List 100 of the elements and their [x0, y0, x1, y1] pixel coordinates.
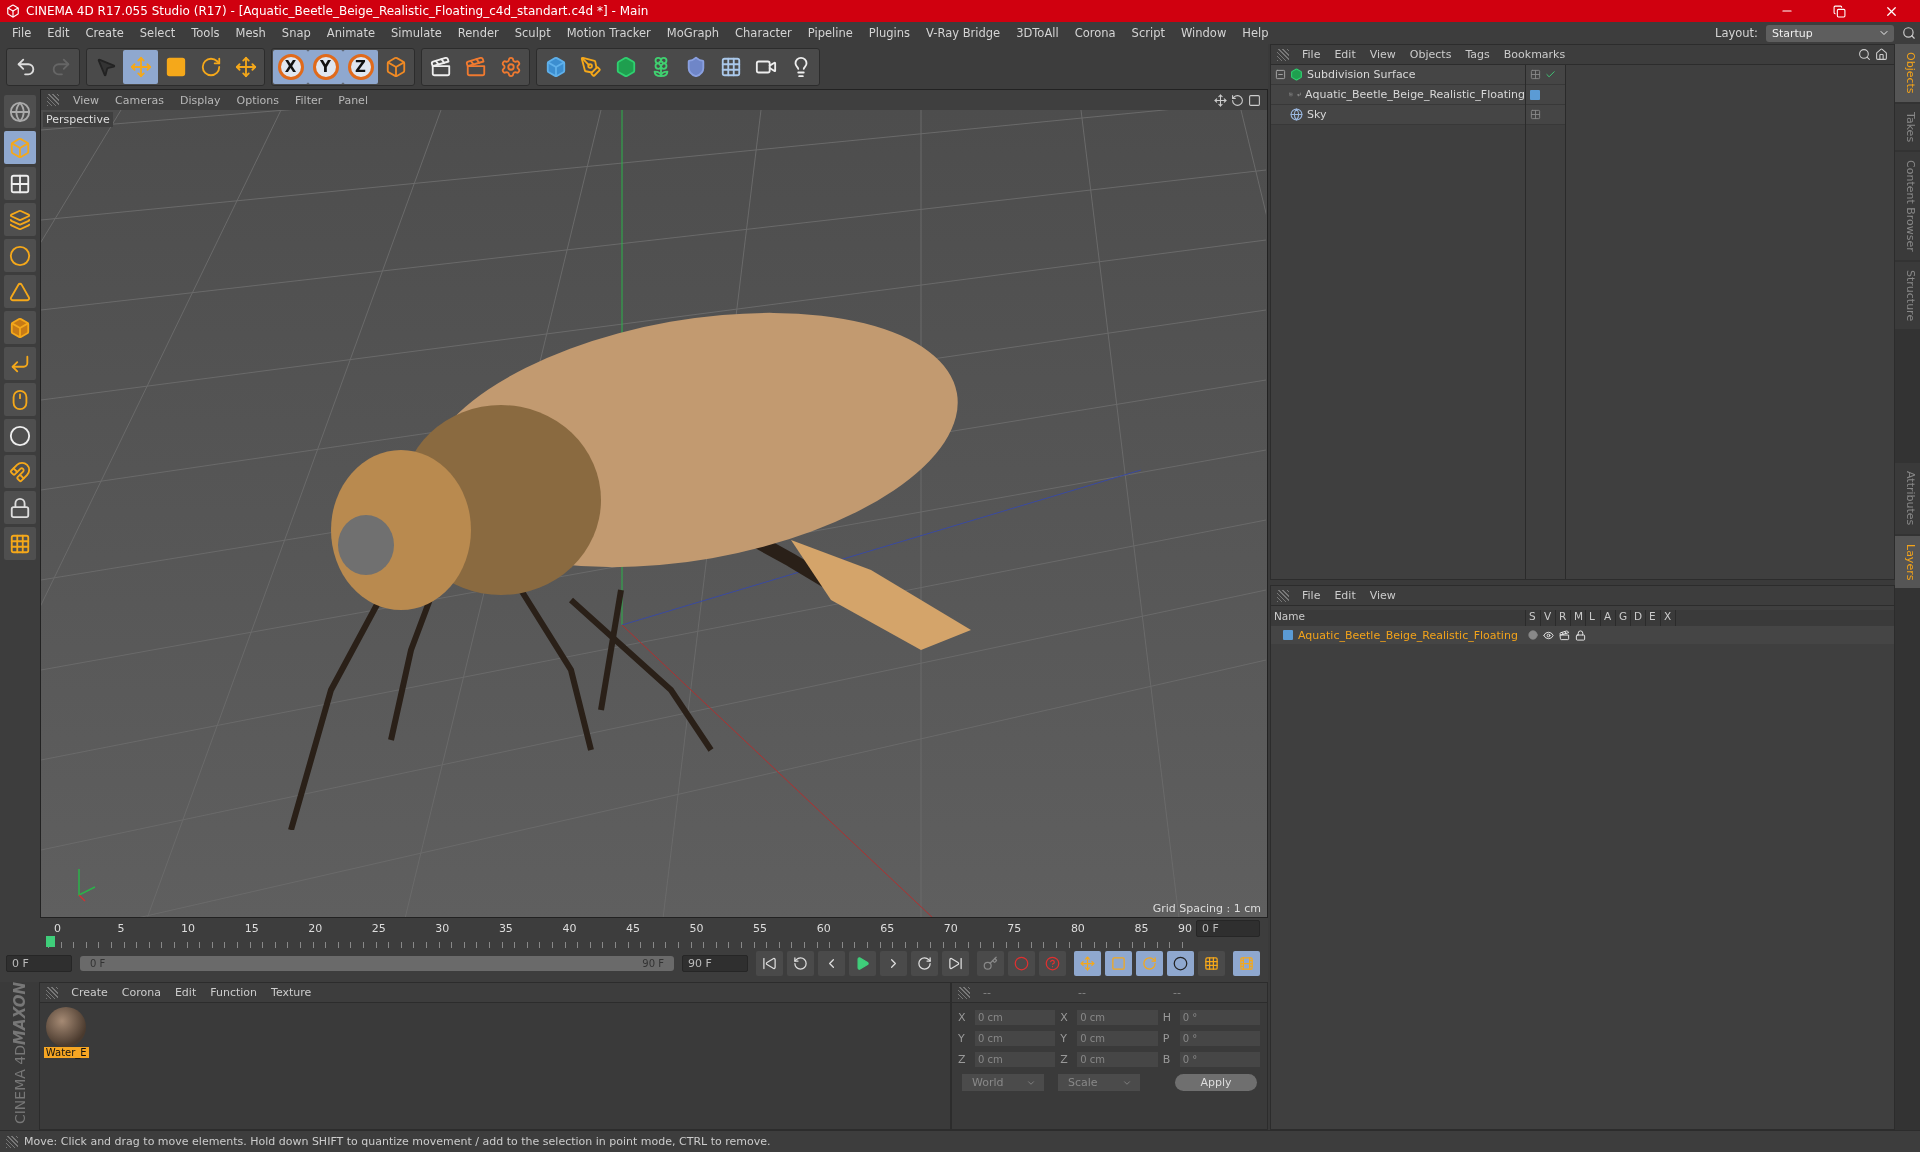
viewport-menu-item[interactable]: Filter: [287, 93, 331, 107]
menu-item[interactable]: Sculpt: [506, 26, 559, 40]
viewport-menu-item[interactable]: Display: [172, 93, 229, 107]
menu-item[interactable]: Render: [449, 26, 507, 40]
toolbar-button[interactable]: [123, 49, 158, 84]
mode-button[interactable]: [4, 311, 36, 345]
material-menu-item[interactable]: Create: [64, 986, 115, 1000]
current-frame-field[interactable]: 0 F: [1196, 920, 1260, 938]
object-menu-item[interactable]: Tags: [1458, 48, 1497, 61]
side-tab[interactable]: Layers: [1895, 535, 1920, 588]
timeline-button[interactable]: [1233, 950, 1260, 976]
mode-button[interactable]: [4, 167, 36, 201]
mode-button[interactable]: [4, 203, 36, 237]
viewport-menu-item[interactable]: Options: [228, 93, 287, 107]
menu-item[interactable]: Corona: [1066, 26, 1124, 40]
menu-item[interactable]: Plugins: [860, 26, 919, 40]
side-tab[interactable]: Objects: [1895, 44, 1920, 102]
object-name[interactable]: Sky: [1307, 108, 1327, 121]
menu-item[interactable]: Window: [1172, 26, 1235, 40]
object-menu-item[interactable]: Bookmarks: [1496, 48, 1573, 61]
menu-item[interactable]: Mesh: [227, 26, 274, 40]
key-scale-button[interactable]: [1105, 950, 1132, 976]
mode-button[interactable]: [4, 527, 36, 561]
layer-menu-item[interactable]: File: [1295, 589, 1328, 602]
menu-item[interactable]: Motion Tracker: [558, 26, 659, 40]
mode-button[interactable]: [4, 419, 36, 453]
next-key-button[interactable]: [911, 950, 938, 976]
end-frame-field[interactable]: 90 F: [682, 954, 748, 972]
mode-button[interactable]: [4, 491, 36, 525]
key-position-button[interactable]: [1074, 950, 1101, 976]
keyframe-button[interactable]: [977, 950, 1004, 976]
layer-color-swatch[interactable]: [1283, 630, 1293, 640]
layer-swatch[interactable]: [1530, 89, 1540, 100]
layout-dropdown[interactable]: Startup: [1766, 24, 1894, 42]
material-menu-item[interactable]: Function: [203, 986, 265, 1000]
menu-item[interactable]: 3DToAll: [1008, 26, 1067, 40]
mode-button[interactable]: [4, 347, 36, 381]
menu-item[interactable]: File: [4, 26, 40, 40]
mode-button[interactable]: [4, 383, 36, 417]
menu-item[interactable]: Create: [77, 26, 132, 40]
apply-button[interactable]: Apply: [1175, 1074, 1257, 1092]
check-icon[interactable]: [1545, 69, 1556, 80]
grip-icon[interactable]: [46, 986, 59, 999]
go-to-end-button[interactable]: [942, 950, 969, 976]
mode-button[interactable]: [4, 455, 36, 489]
material-menu-item[interactable]: Corona: [114, 986, 168, 1000]
menu-item[interactable]: Tools: [183, 26, 228, 40]
viewport-menu-item[interactable]: View: [65, 93, 108, 107]
key-points-button[interactable]: [1198, 950, 1225, 976]
layer-menu-item[interactable]: Edit: [1327, 589, 1363, 602]
menu-item[interactable]: Character: [727, 26, 800, 40]
next-frame-button[interactable]: [880, 950, 907, 976]
restore-icon[interactable]: [1832, 4, 1846, 18]
maximize-icon[interactable]: [1248, 93, 1261, 107]
search-icon[interactable]: [1902, 26, 1916, 40]
render-icon[interactable]: [1559, 629, 1570, 641]
visibility-icon[interactable]: [1530, 69, 1541, 80]
mode-button[interactable]: [4, 239, 36, 273]
play-button[interactable]: [849, 950, 876, 976]
material-preview[interactable]: [46, 1007, 87, 1048]
viewport-canvas[interactable]: Perspective Grid Spacing : 1 cm: [41, 110, 1267, 918]
solo-icon[interactable]: [1528, 630, 1538, 640]
grip-icon[interactable]: [1277, 589, 1289, 602]
eye-icon[interactable]: [1543, 629, 1554, 641]
previous-key-button[interactable]: [787, 950, 814, 976]
visibility-icon[interactable]: [1530, 109, 1541, 120]
go-to-start-button[interactable]: [756, 950, 783, 976]
menu-item[interactable]: Help: [1234, 26, 1277, 40]
grip-icon[interactable]: [6, 1135, 18, 1148]
menu-item[interactable]: Edit: [39, 26, 78, 40]
mode-button[interactable]: [4, 95, 36, 129]
menu-item[interactable]: Snap: [273, 26, 319, 40]
lock-icon[interactable]: [1575, 629, 1586, 641]
menu-item[interactable]: Select: [131, 26, 184, 40]
key-rotation-button[interactable]: [1136, 950, 1163, 976]
menu-item[interactable]: MoGraph: [658, 26, 728, 40]
home-icon[interactable]: [1875, 48, 1888, 61]
grip-icon[interactable]: [1277, 48, 1289, 61]
menu-item[interactable]: Pipeline: [799, 26, 861, 40]
material-menu-item[interactable]: Texture: [264, 986, 319, 1000]
viewport-menu-item[interactable]: Cameras: [107, 93, 172, 107]
start-frame-field[interactable]: 0 F: [6, 954, 72, 972]
material-menu-item[interactable]: Edit: [167, 986, 204, 1000]
search-icon[interactable]: [1858, 48, 1871, 61]
menu-item[interactable]: V-Ray Bridge: [918, 26, 1009, 40]
grip-icon[interactable]: [47, 94, 59, 107]
previous-frame-button[interactable]: [818, 950, 845, 976]
mode-button[interactable]: [4, 131, 36, 165]
orbit-icon[interactable]: [1231, 93, 1244, 107]
menu-item[interactable]: Simulate: [383, 26, 450, 40]
material-name[interactable]: Water_E: [43, 1047, 89, 1059]
object-menu-item[interactable]: File: [1295, 48, 1328, 61]
grip-icon[interactable]: [958, 986, 970, 999]
playhead[interactable]: [46, 936, 55, 948]
viewport-menu-item[interactable]: Panel: [330, 93, 376, 107]
menu-item[interactable]: Animate: [318, 26, 383, 40]
object-menu-item[interactable]: View: [1362, 48, 1403, 61]
layer-menu-item[interactable]: View: [1362, 589, 1403, 602]
collapse-toggle-icon[interactable]: [1275, 69, 1286, 80]
object-menu-item[interactable]: Edit: [1327, 48, 1363, 61]
